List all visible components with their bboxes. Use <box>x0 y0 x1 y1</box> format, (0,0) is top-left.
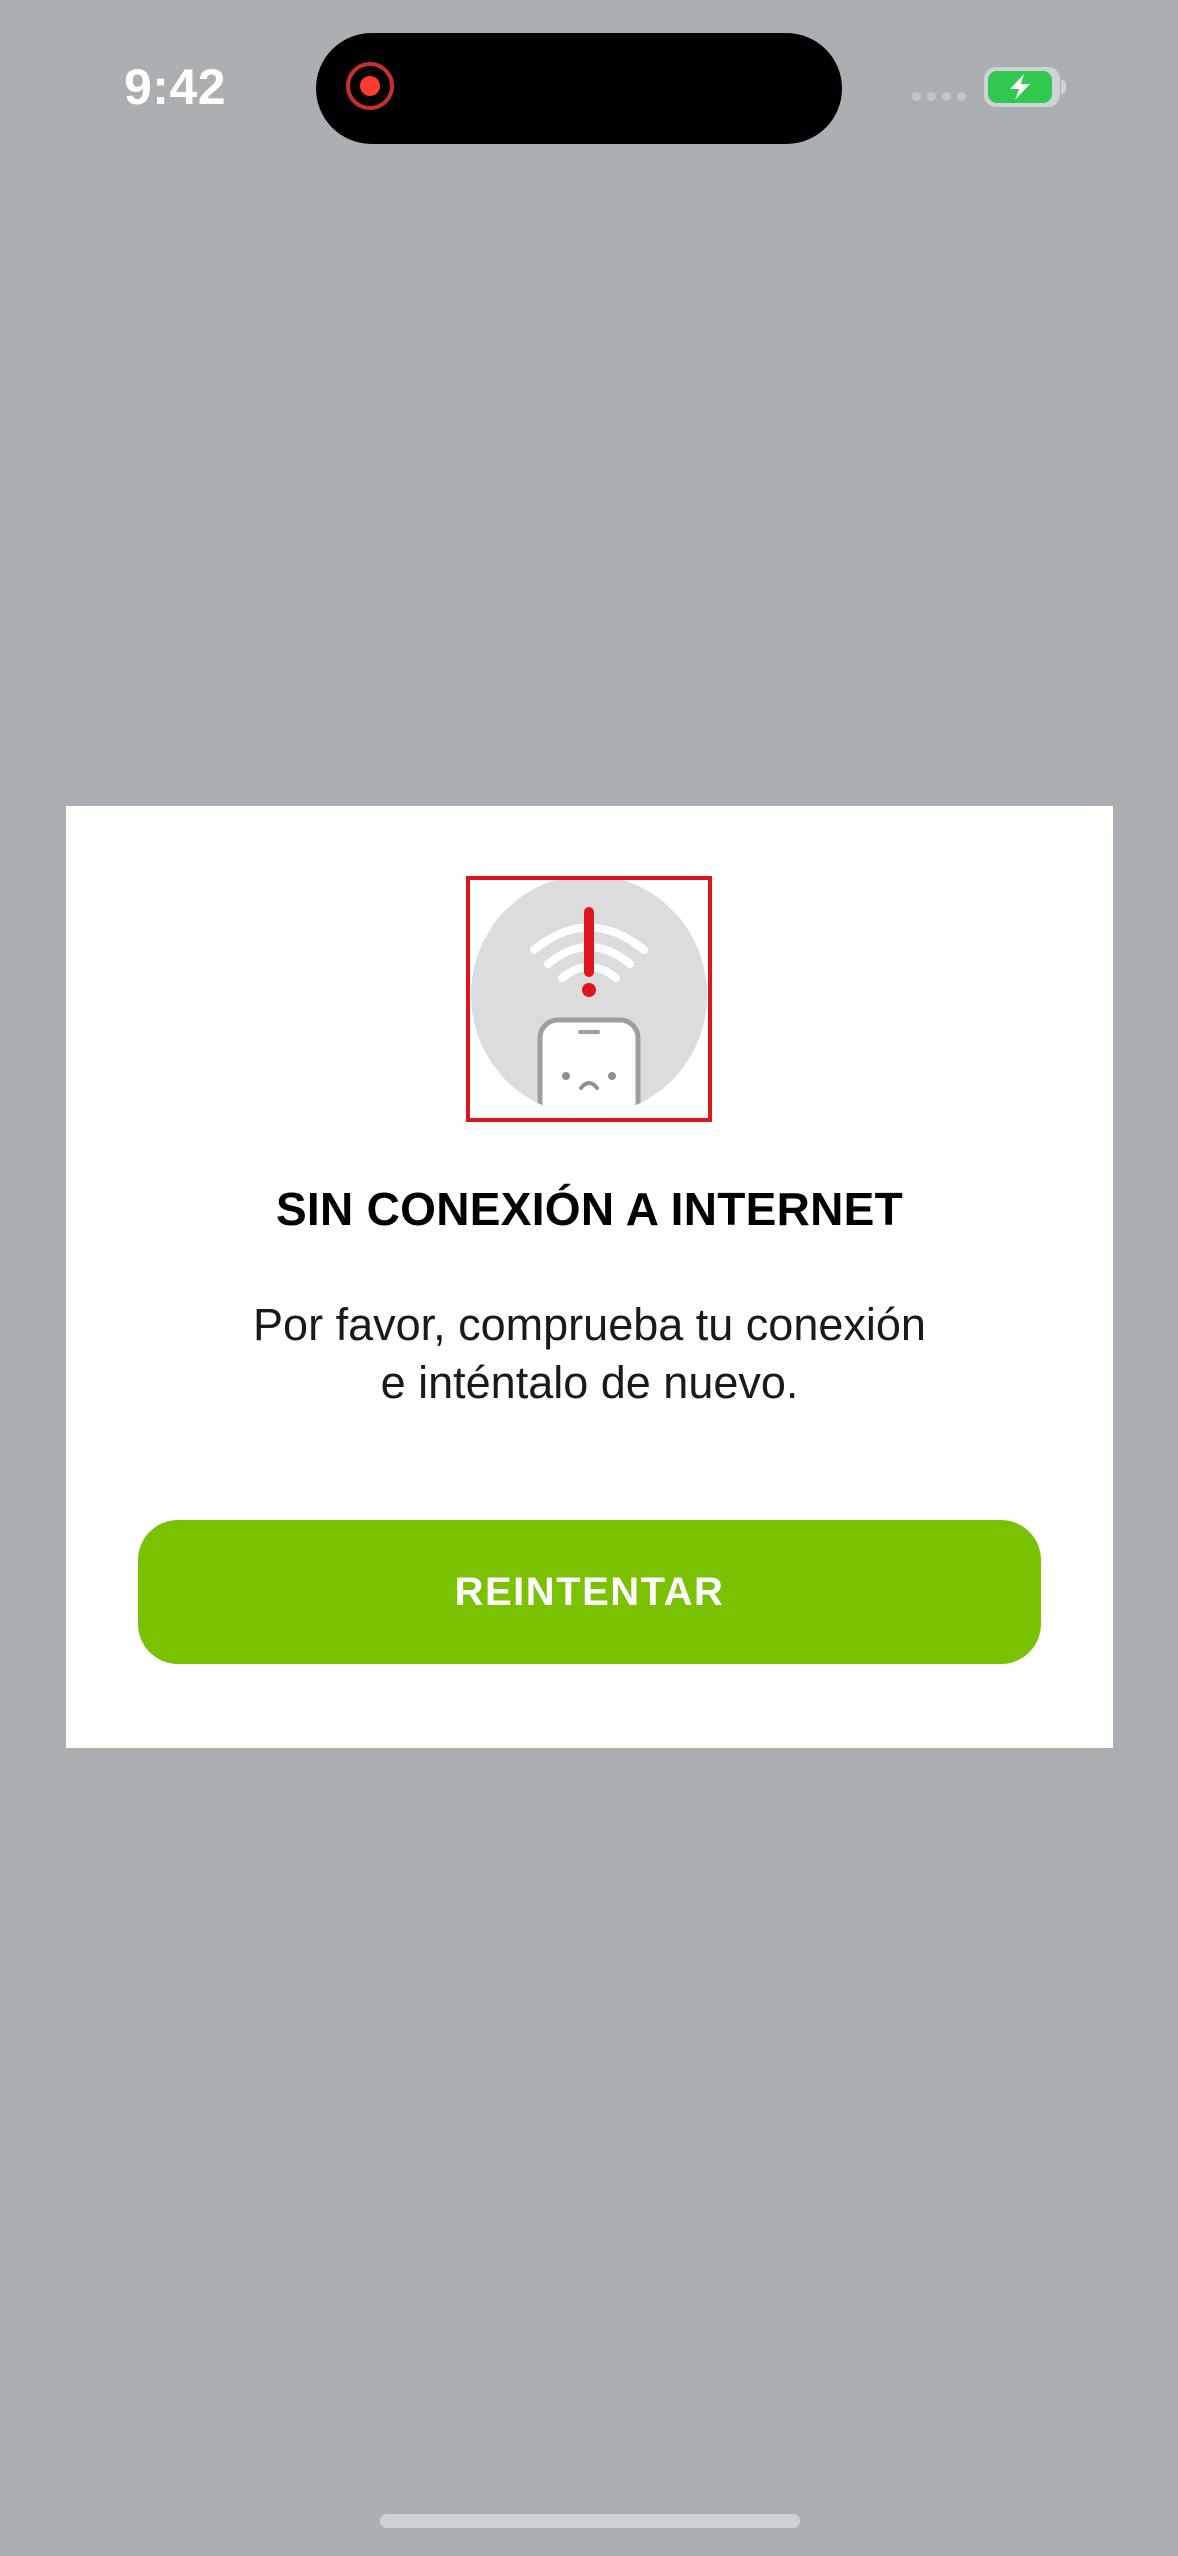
dynamic-island <box>316 33 842 144</box>
dialog-title: SIN CONEXIÓN A INTERNET <box>275 1183 904 1235</box>
dialog-message-line-2: e inténtalo de nuevo. <box>380 1357 799 1408</box>
dialog-message-line-1: Por favor, comprueba tu conexión <box>253 1299 926 1350</box>
status-bar: 9:42 <box>0 0 1178 170</box>
status-time: 9:42 <box>124 59 227 115</box>
cellular-signal-icon <box>912 92 972 106</box>
illustration-frame <box>466 876 712 1122</box>
battery-charging-icon <box>984 67 1060 107</box>
home-indicator[interactable] <box>380 2514 800 2528</box>
no-connection-dialog: SIN CONEXIÓN A INTERNET Por favor, compr… <box>66 806 1113 1748</box>
no-connection-icon <box>471 880 707 1115</box>
dialog-message: Por favor, comprueba tu conexión e intén… <box>186 1296 993 1412</box>
battery-tip <box>1061 80 1066 94</box>
retry-button[interactable]: REINTENTAR <box>138 1520 1041 1664</box>
screen-recording-icon <box>346 62 394 110</box>
